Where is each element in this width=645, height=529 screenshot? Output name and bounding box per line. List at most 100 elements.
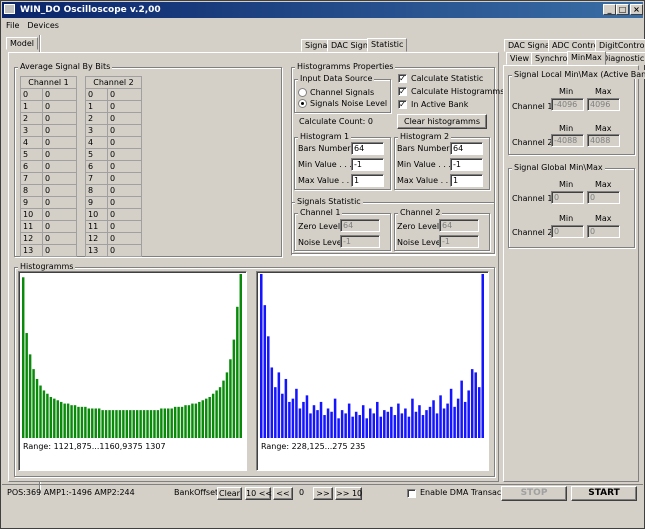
histogram1-bar <box>118 410 122 438</box>
histogram1-bar <box>63 403 66 438</box>
in-active-bank-checkbox[interactable]: ✓ <box>398 100 407 109</box>
bit-value-cell: 0 <box>107 220 142 233</box>
histogram1-bar <box>42 390 46 438</box>
histogram1-bar <box>115 410 118 438</box>
channel2-bits-table: Channel 2 0 0 1 0 2 0 3 0 4 0 5 0 6 0 7 0 8 0 9 0 10 0 11 0 12 0 1… <box>85 76 142 257</box>
bit-index-cell: 1 <box>20 100 43 113</box>
histogram1-bar <box>91 408 94 438</box>
bank-back-button[interactable]: << <box>273 487 293 500</box>
hist1-bars-input[interactable]: 64 <box>351 142 384 155</box>
local-ch1-label: Channel 1 <box>512 102 553 111</box>
histogram1-chart <box>22 274 242 438</box>
local-ch2-min: -4088 <box>551 134 584 147</box>
bits-row: 13 0 <box>85 244 142 257</box>
calc-histograms-checkbox[interactable]: ✓ <box>398 87 407 96</box>
histogram1-bar <box>53 398 56 438</box>
histogram2-bar <box>302 401 305 438</box>
bit-index-cell: 8 <box>85 184 108 197</box>
histogram2-bar <box>467 390 470 438</box>
bit-index-cell: 7 <box>85 172 108 185</box>
global-ch1-min: 0 <box>551 191 584 204</box>
bits-row: 80 <box>85 184 142 197</box>
histogram2-bar <box>260 274 263 438</box>
close-button[interactable]: × <box>630 4 643 15</box>
calc-statistic-label: Calculate Statistic <box>411 74 484 83</box>
histogram2-range: Range: 228,125...275 235 <box>261 442 366 451</box>
histogram1-bar <box>122 410 125 438</box>
histogram1-bar <box>160 408 163 438</box>
histogram2-bar <box>425 410 428 438</box>
calc-statistic-checkbox[interactable]: ✓ <box>398 74 407 83</box>
histogram2-bar <box>481 274 484 438</box>
menu-devices[interactable]: Devices <box>23 21 63 30</box>
bit-index-cell: 9 <box>85 196 108 209</box>
histogram2-box: Range: 228,125...275 235 <box>256 271 489 471</box>
histogram1-bar <box>211 393 215 438</box>
hist1-min-input[interactable]: -1 <box>351 158 384 171</box>
bit-value-cell: 0 <box>42 148 77 161</box>
histogram1-bar <box>28 354 32 438</box>
bits-row: 70 <box>85 172 142 185</box>
bit-value-cell: 0 <box>107 244 142 257</box>
histogram2-bar <box>291 398 295 438</box>
stat-ch1-title: Channel 1 <box>298 208 343 217</box>
tab-minmax[interactable]: MinMax <box>567 51 606 65</box>
histogram1-bar <box>236 306 239 438</box>
global-ch2-max: 0 <box>587 225 620 238</box>
tab-statistic[interactable]: Statistic <box>367 38 408 52</box>
bits-row: 60 <box>85 160 142 173</box>
histogram2-bar <box>379 416 383 438</box>
bank-forward-10-button[interactable]: >> 10 <box>335 487 362 500</box>
minimize-button[interactable]: _ <box>603 4 616 15</box>
tab-synchro[interactable]: Synchro <box>531 52 572 65</box>
histogram1-bar <box>215 390 218 438</box>
histogram2-bar <box>326 408 330 438</box>
histogram2-bar <box>288 401 291 438</box>
histogram1-bar <box>129 410 132 438</box>
clear-histograms-button[interactable]: Clear histogramms <box>397 114 487 129</box>
menu-file[interactable]: File <box>2 21 23 30</box>
bits-row: 50 <box>20 148 77 161</box>
bit-index-cell: 4 <box>20 136 43 149</box>
radio-signals-noise[interactable] <box>298 99 307 108</box>
histogram1-bar <box>170 408 173 438</box>
bank-back-10-button[interactable]: 10 << <box>245 487 272 500</box>
bank-offset-value: 0 <box>299 488 305 497</box>
bits-row: 12 0 <box>20 232 77 245</box>
stat-ch1-zero-field: 64 <box>340 219 380 232</box>
maximize-button[interactable]: □ <box>616 4 629 15</box>
bank-forward-button[interactable]: >> <box>313 487 333 500</box>
bits-row: 70 <box>20 172 77 185</box>
bit-index-cell: 12 <box>20 232 43 245</box>
bit-value-cell: 0 <box>42 208 77 221</box>
hist2-min-input[interactable]: -1 <box>450 158 483 171</box>
hist2-bars-input[interactable]: 64 <box>450 142 483 155</box>
bits-row: 80 <box>20 184 77 197</box>
local-ch1-max: 4096 <box>587 98 620 111</box>
bit-index-cell: 6 <box>20 160 43 173</box>
tab-model[interactable]: Model <box>6 37 39 50</box>
histogram2-bar <box>281 393 284 438</box>
local-min-header-2: Min <box>559 124 574 133</box>
histogram2-bar <box>358 415 361 438</box>
hist2-max-input[interactable]: 1 <box>450 174 483 187</box>
bank-clear-button[interactable]: Clear <box>217 487 242 500</box>
histogram1-bar <box>139 410 142 438</box>
histogram2-bar <box>295 388 298 438</box>
histogram2-bar <box>386 411 390 438</box>
bits-row: 40 <box>20 136 77 149</box>
tab-view[interactable]: View <box>506 52 533 65</box>
histogram2-bar <box>400 413 404 438</box>
hist-props-title: Histogramms Properties <box>295 62 396 71</box>
stop-button[interactable]: STOP <box>501 486 567 501</box>
title-bar[interactable]: WIN_DO Oscilloscope v.2,00 <box>2 2 643 18</box>
start-button[interactable]: START <box>571 486 637 501</box>
bit-value-cell: 0 <box>42 172 77 185</box>
histogram1-bar <box>39 385 42 438</box>
radio-channel-signals[interactable] <box>298 88 307 97</box>
window-title: WIN_DO Oscilloscope v.2,00 <box>20 5 161 15</box>
histogram1-bar <box>101 410 104 438</box>
hist1-max-input[interactable]: 1 <box>351 174 384 187</box>
bit-value-cell: 0 <box>42 100 77 113</box>
dma-checkbox[interactable] <box>407 489 416 498</box>
